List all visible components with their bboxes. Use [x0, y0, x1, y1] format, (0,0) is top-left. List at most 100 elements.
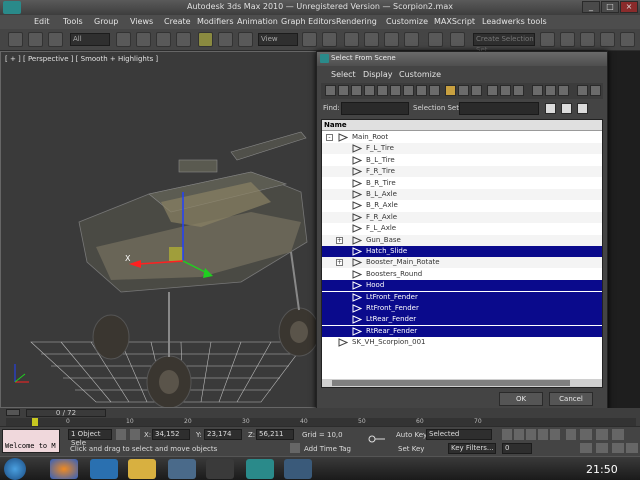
filter-hidden-icon[interactable] [471, 85, 482, 96]
filter-helpers-icon[interactable] [377, 85, 388, 96]
menu-create[interactable]: Create [164, 17, 191, 26]
scene-tree-row[interactable]: Hood [322, 280, 602, 292]
dialog-menu-customize[interactable]: Customize [399, 70, 441, 79]
open-mini-curve-editor-icon[interactable] [6, 409, 20, 416]
filter-xrefs-icon[interactable] [416, 85, 427, 96]
select-by-name-icon[interactable] [136, 32, 151, 47]
menu-customize[interactable]: Customize [386, 17, 428, 26]
scene-tree-row[interactable]: SK_VH_Scorpion_001 [322, 337, 602, 348]
y-coordinate-field[interactable]: 23,174 [204, 429, 242, 440]
scene-tree-row[interactable]: Boosters_Round [322, 269, 602, 280]
goto-end-icon[interactable] [550, 429, 560, 440]
column-header-name[interactable]: Name [322, 120, 602, 131]
dialog-titlebar[interactable]: Select From Scene [317, 52, 607, 66]
3dsmax-taskbar-icon[interactable] [246, 459, 274, 479]
menu-edit[interactable]: Edit [34, 17, 50, 26]
timeline-ruler[interactable]: 0 10 20 30 40 50 60 70 [6, 418, 636, 426]
window-crossing-icon[interactable] [176, 32, 191, 47]
collapse-toggle-icon[interactable]: - [326, 134, 333, 141]
scene-tree-row[interactable]: + Booster_Main_Rotate [322, 257, 602, 269]
scene-tree-row[interactable]: F_R_Axle [322, 211, 602, 223]
filter-shapes-icon[interactable] [338, 85, 349, 96]
play-icon[interactable] [526, 429, 536, 440]
filter-options-icon[interactable] [590, 85, 601, 96]
menu-group[interactable]: Group [94, 17, 118, 26]
scene-tree-row[interactable]: Hatch_Slide [322, 246, 602, 257]
filter-frozen-icon[interactable] [458, 85, 469, 96]
scene-tree-row[interactable]: F_R_Tire [322, 166, 602, 178]
scene-tree-row[interactable]: + Gun_Base [322, 234, 602, 246]
absolute-mode-icon[interactable] [130, 429, 140, 440]
scene-tree-row[interactable]: LtFront_Fender [322, 291, 602, 303]
key-mode-toggle-icon[interactable] [566, 429, 576, 440]
scale-icon[interactable] [238, 32, 253, 47]
material-editor-icon[interactable] [600, 32, 615, 47]
layer-manager-icon[interactable] [560, 32, 575, 47]
horizontal-scrollbar-thumb[interactable] [332, 380, 570, 386]
filter-bones-icon[interactable] [429, 85, 440, 96]
ok-button[interactable]: OK [499, 392, 543, 406]
menu-graph-editors[interactable]: Graph Editors [281, 17, 336, 26]
display-all-icon[interactable] [487, 85, 498, 96]
zoom-all-icon[interactable] [596, 429, 608, 440]
scene-tree-row[interactable]: F_L_Tire [322, 143, 602, 155]
display-invert-icon[interactable] [513, 85, 524, 96]
maximize-viewport-icon[interactable] [626, 443, 638, 453]
filter-lights-icon[interactable] [351, 85, 362, 96]
terminal-icon[interactable] [206, 459, 234, 479]
next-frame-icon[interactable] [538, 429, 548, 440]
selection-set-edit-icon[interactable] [545, 103, 556, 114]
time-slider[interactable]: 0 / 72 [26, 409, 106, 417]
spinner-snap-icon[interactable] [404, 32, 419, 47]
filter-geometry-icon[interactable] [325, 85, 336, 96]
start-button-icon[interactable] [4, 458, 26, 480]
reference-coord-dropdown[interactable]: View [258, 33, 298, 46]
menu-modifiers[interactable]: Modifiers [197, 17, 234, 26]
media-player-icon[interactable] [90, 459, 118, 479]
cancel-button[interactable]: Cancel [549, 392, 593, 406]
orbit-icon[interactable] [612, 443, 624, 453]
scene-tree-row[interactable]: B_R_Axle [322, 200, 602, 211]
scene-tree-row[interactable]: RtRear_Fender [322, 325, 602, 337]
maximize-button[interactable]: □ [601, 1, 619, 13]
filter-spacewarps-icon[interactable] [390, 85, 401, 96]
menu-leadwerks-tools[interactable]: Leadwerks tools [482, 17, 547, 26]
named-selection-set-input[interactable]: Create Selection Set [473, 33, 535, 54]
snap-toggle-icon[interactable] [344, 32, 359, 47]
expand-toggle-icon[interactable]: + [336, 236, 343, 244]
display-children-icon[interactable] [545, 85, 556, 96]
expand-toggle-icon[interactable]: + [336, 259, 343, 267]
perspective-viewport[interactable]: [ + ] [ Perspective ] [ Smooth + Highlig… [0, 51, 318, 408]
render-icon[interactable] [620, 32, 635, 47]
current-frame-field[interactable]: 0 [502, 443, 532, 454]
close-button[interactable]: × [620, 1, 638, 13]
z-coordinate-field[interactable]: 56,211 [256, 429, 294, 440]
dialog-taskbar-icon[interactable] [284, 459, 312, 479]
menu-views[interactable]: Views [130, 17, 153, 26]
rotate-icon[interactable] [218, 32, 233, 47]
menu-maxscript[interactable]: MAXScript [434, 17, 475, 26]
angle-snap-icon[interactable] [364, 32, 379, 47]
filter-cameras-icon[interactable] [364, 85, 375, 96]
scene-tree-row[interactable]: LtRear_Fender [322, 314, 602, 326]
key-icon[interactable] [368, 434, 386, 444]
set-key-button[interactable]: Set Key [398, 445, 424, 453]
add-time-tag[interactable]: Add Time Tag [304, 445, 351, 453]
align-icon[interactable] [540, 32, 555, 47]
sync-selection-icon[interactable] [532, 85, 543, 96]
maxscript-listener[interactable]: Welcome to M [2, 429, 60, 453]
field-of-view-icon[interactable] [580, 443, 592, 453]
undo-icon[interactable] [8, 32, 23, 47]
scene-tree-row[interactable]: B_L_Tire [322, 155, 602, 166]
minimize-button[interactable]: _ [582, 1, 600, 13]
menu-animation[interactable]: Animation [237, 17, 278, 26]
selection-set-dropdown[interactable] [459, 102, 539, 115]
lock-selection-icon[interactable] [116, 429, 126, 440]
filter-containers-icon[interactable] [445, 85, 456, 96]
dialog-menu-display[interactable]: Display [363, 70, 393, 79]
curve-editor-icon[interactable] [580, 32, 595, 47]
prev-frame-icon[interactable] [514, 429, 524, 440]
display-influences-icon[interactable] [558, 85, 569, 96]
goto-start-icon[interactable] [502, 429, 512, 440]
menu-rendering[interactable]: Rendering [336, 17, 377, 26]
